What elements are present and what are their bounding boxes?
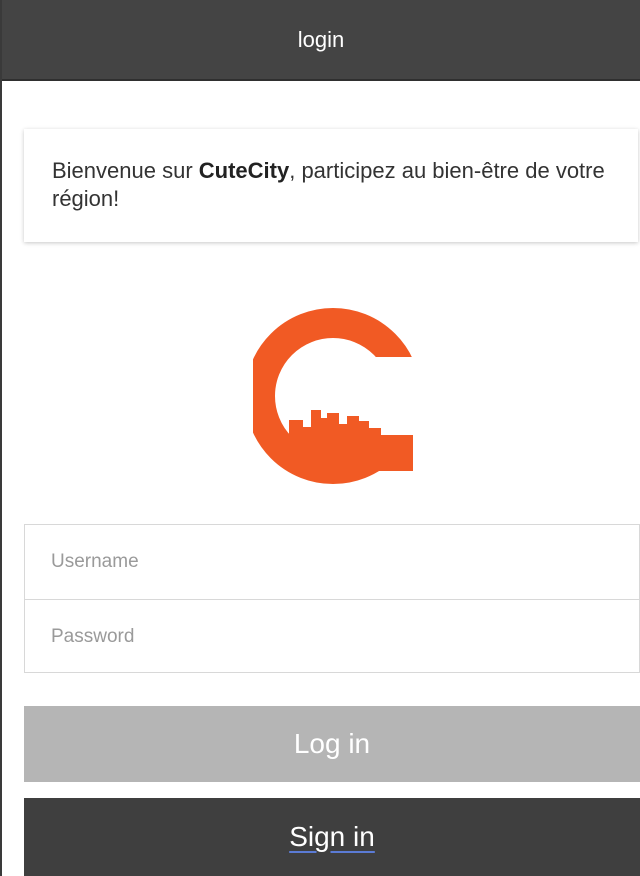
password-field-row xyxy=(25,599,639,673)
username-field-row xyxy=(25,525,639,599)
password-input[interactable] xyxy=(25,600,639,673)
welcome-text-before: Bienvenue sur xyxy=(52,158,199,183)
page-title: login xyxy=(297,26,345,52)
top-bar: login xyxy=(2,0,640,81)
login-form xyxy=(24,524,640,673)
app-screen: login Bienvenue sur CuteCity, participez… xyxy=(0,0,640,876)
cutecity-logo-icon xyxy=(253,308,413,484)
login-button-label: Log in xyxy=(293,728,371,759)
signin-button[interactable]: Sign in xyxy=(24,798,640,876)
signin-button-label: Sign in xyxy=(289,821,375,852)
welcome-brand-name: CuteCity xyxy=(198,158,290,183)
username-input[interactable] xyxy=(25,525,639,599)
welcome-card: Bienvenue sur CuteCity, participez au bi… xyxy=(24,129,638,242)
login-button[interactable]: Log in xyxy=(24,706,640,782)
